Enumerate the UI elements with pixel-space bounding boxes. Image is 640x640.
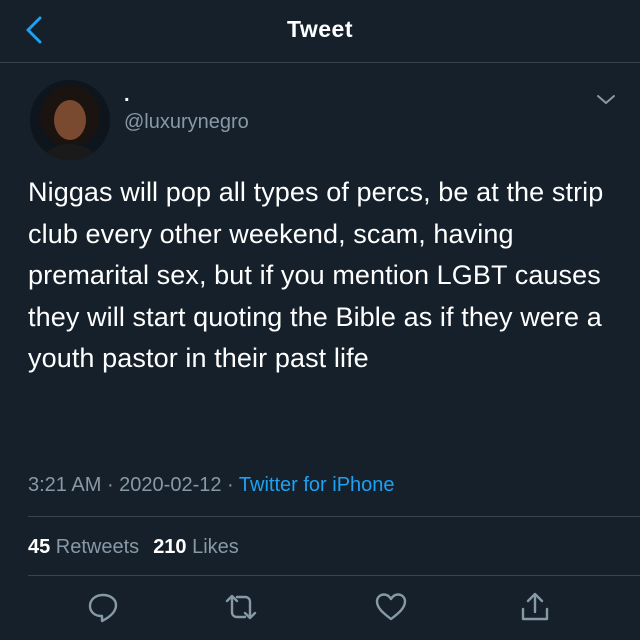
separator: ·	[101, 474, 120, 496]
reply-icon	[88, 593, 118, 623]
retweets-stat[interactable]: 45 Retweets	[28, 536, 139, 558]
likes-label: Likes	[186, 536, 239, 558]
tweet-metadata: 3:21 AM · 2020-02-12 · Twitter for iPhon…	[28, 474, 395, 497]
like-button[interactable]	[374, 590, 408, 624]
share-button[interactable]	[518, 590, 552, 624]
separator: ·	[221, 474, 239, 496]
avatar-image	[30, 80, 110, 160]
divider	[28, 575, 640, 576]
page-title: Tweet	[287, 16, 353, 42]
divider	[28, 516, 640, 517]
retweets-count: 45	[28, 536, 51, 558]
likes-stat[interactable]: 210 Likes	[153, 536, 239, 558]
retweet-button[interactable]	[224, 590, 258, 624]
user-handle[interactable]: @luxurynegro	[124, 111, 249, 134]
engagement-stats: 45 Retweets 210 Likes	[28, 536, 239, 559]
display-name[interactable]: .	[124, 84, 130, 107]
likes-count: 210	[153, 536, 187, 558]
chevron-down-icon	[597, 95, 615, 104]
reply-button[interactable]	[86, 590, 120, 624]
tweet-time: 3:21 AM	[28, 474, 102, 496]
tweet-date: 2020-02-12	[119, 474, 222, 496]
retweet-icon	[225, 594, 257, 620]
avatar[interactable]	[30, 80, 110, 160]
tweet-text: Niggas will pop all types of percs, be a…	[28, 177, 604, 373]
tweet-source-link[interactable]: Twitter for iPhone	[239, 474, 395, 496]
share-icon	[521, 592, 549, 621]
like-icon	[375, 593, 407, 621]
top-bar: Tweet	[0, 0, 640, 63]
tweet-menu-button[interactable]	[594, 92, 618, 108]
retweets-label: Retweets	[50, 536, 140, 558]
